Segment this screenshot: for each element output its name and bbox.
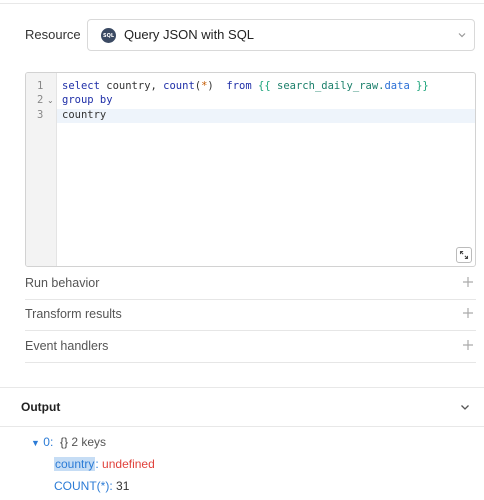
code-token: country, — [99, 80, 164, 92]
code-token: from — [226, 80, 252, 92]
code-token: }} — [409, 80, 429, 92]
code-token: data — [384, 80, 410, 92]
top-divider — [0, 3, 484, 4]
output-top-divider — [0, 387, 484, 388]
tree-key: COUNT(*) — [54, 479, 110, 493]
tree-node-0[interactable]: ▼ 0: {} 2 keys — [31, 435, 106, 449]
code-token: select — [62, 80, 100, 92]
plus-icon[interactable] — [462, 339, 474, 351]
line-number: 3 — [37, 109, 44, 121]
section-run-behavior[interactable]: Run behavior — [25, 268, 476, 300]
tree-row-country: country: undefined — [54, 457, 155, 471]
code-line-3: country — [62, 109, 107, 121]
object-braces: {} — [59, 435, 68, 449]
line-number: 2 — [37, 94, 44, 106]
tree-key: country — [54, 457, 96, 471]
tree-colon: : — [95, 457, 99, 471]
plus-icon[interactable] — [462, 307, 474, 319]
expand-editor-icon[interactable] — [456, 247, 472, 263]
output-header-divider — [0, 426, 484, 427]
key-count: 2 keys — [71, 435, 106, 449]
plus-icon[interactable] — [462, 276, 474, 288]
sql-code-editor[interactable]: 1 2 ⌄ 3 select country, count(*) from {{… — [25, 72, 476, 267]
code-line-1: select country, count(*) from {{ search_… — [62, 80, 429, 92]
section-label: Transform results — [25, 307, 122, 321]
active-line-highlight — [57, 109, 475, 123]
section-transform-results[interactable]: Transform results — [25, 299, 476, 331]
code-token: {{ — [258, 80, 271, 92]
editor-gutter: 1 2 ⌄ 3 — [26, 73, 57, 266]
section-event-handlers[interactable]: Event handlers — [25, 331, 476, 363]
line-number: 1 — [37, 80, 44, 92]
caret-down-icon[interactable]: ▼ — [31, 438, 40, 448]
tree-colon: : — [109, 479, 113, 493]
section-label: Event handlers — [25, 339, 109, 353]
resource-select[interactable]: SQL Query JSON with SQL — [87, 19, 475, 51]
tree-node-index: 0: — [43, 435, 54, 449]
chevron-down-icon — [458, 33, 466, 38]
fold-chevron-icon[interactable]: ⌄ — [47, 96, 54, 105]
tree-row-count: COUNT(*): 31 — [54, 479, 129, 493]
output-title: Output — [21, 400, 61, 414]
code-token: search_daily_raw. — [270, 80, 385, 92]
sql-icon: SQL — [101, 28, 116, 43]
chevron-down-icon[interactable] — [459, 401, 471, 413]
code-line-2: group by — [62, 94, 113, 106]
resource-select-value: Query JSON with SQL — [124, 27, 255, 42]
resource-label: Resource — [25, 27, 81, 42]
section-label: Run behavior — [25, 276, 100, 290]
tree-value: 31 — [116, 479, 130, 493]
code-token: count — [163, 80, 195, 92]
tree-value: undefined — [102, 457, 155, 471]
